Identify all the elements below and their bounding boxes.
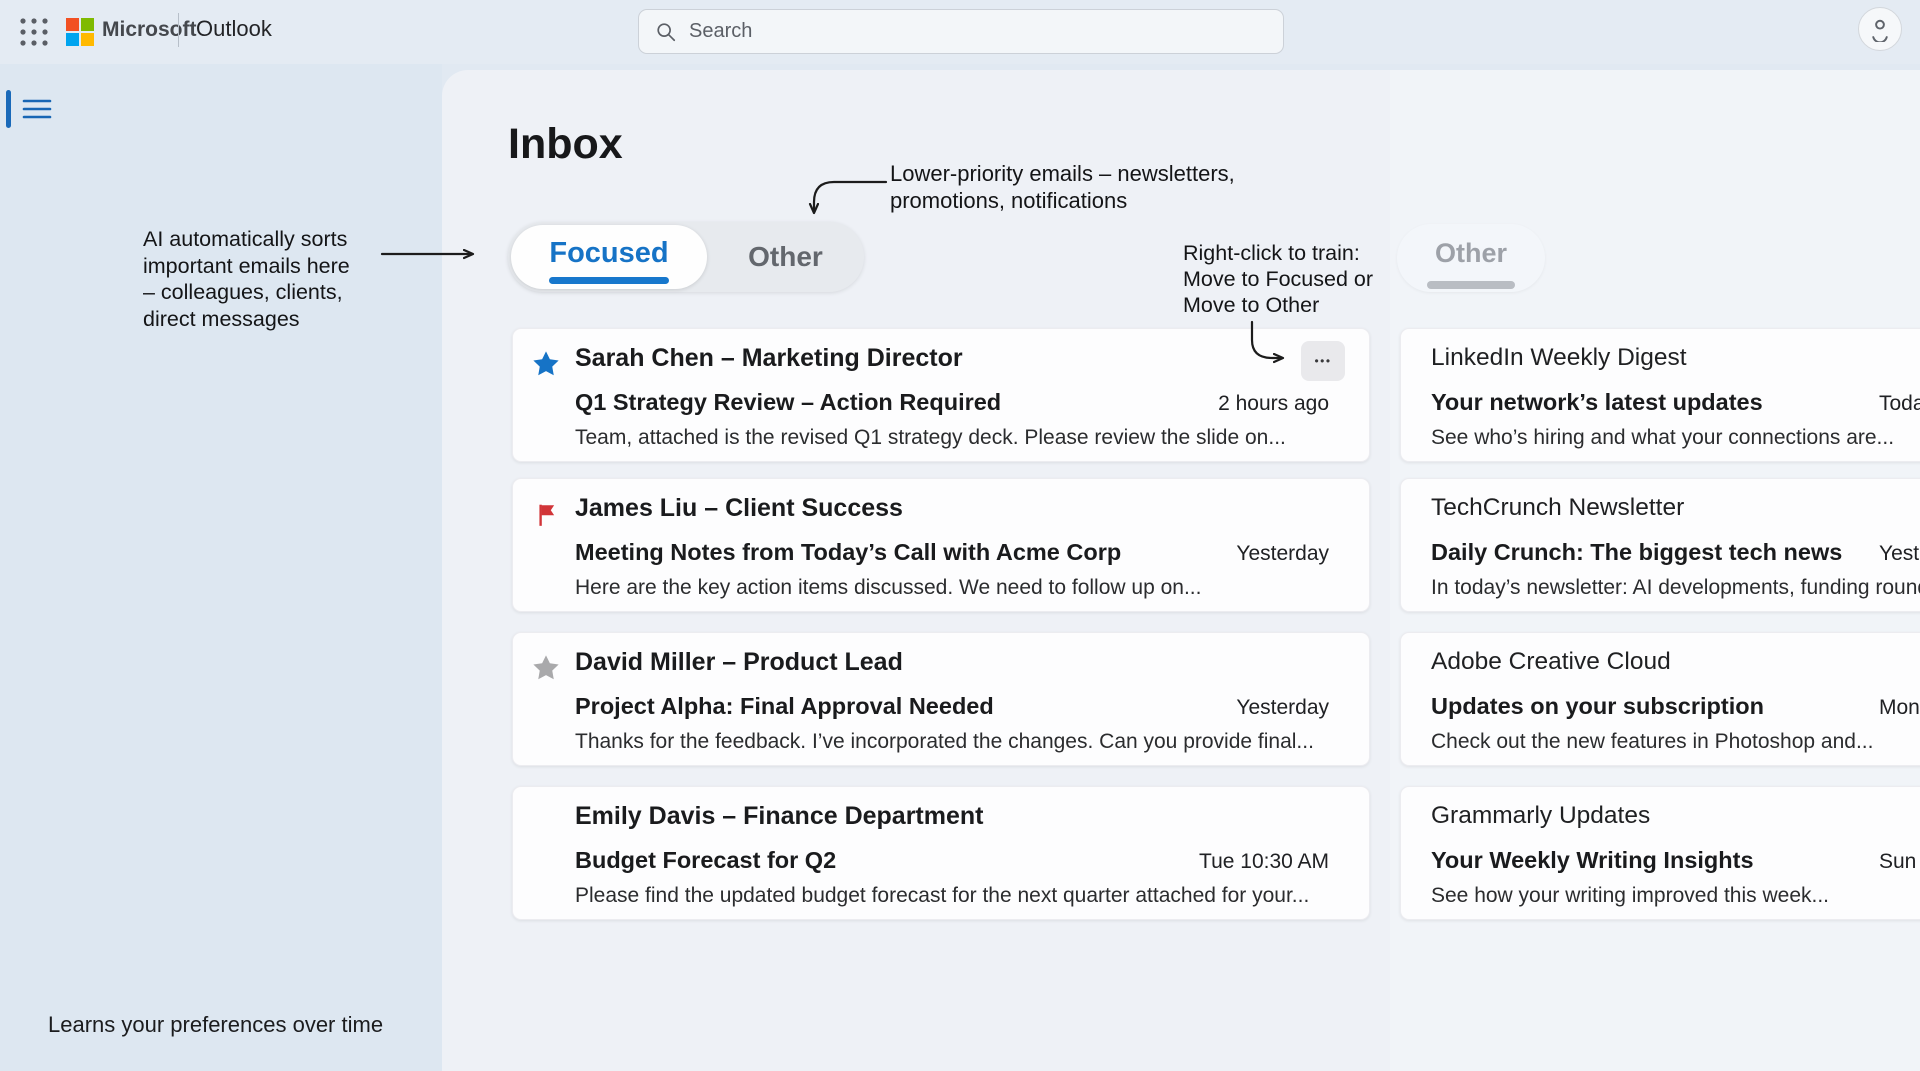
email-time: 2 hours ago [1218,392,1329,416]
app-launcher-icon[interactable] [16,14,52,50]
email-sender: LinkedIn Weekly Digest [1431,344,1687,372]
email-sender: Sarah Chen – Marketing Director [575,344,963,373]
search-input[interactable] [689,20,1249,43]
more-options-button[interactable]: ••• [1301,341,1345,381]
star-icon[interactable] [531,653,561,683]
inbox-tab-switcher: Focused Other [508,222,864,292]
email-item-techcrunch[interactable]: TechCrunch Newsletter Daily Crunch: The … [1400,478,1920,612]
email-preview: In today’s newsletter: AI developments, … [1431,576,1920,600]
email-preview: Team, attached is the revised Q1 strateg… [575,426,1286,450]
email-sender: James Liu – Client Success [575,494,903,523]
email-subject: Q1 Strategy Review – Action Required [575,389,1001,416]
email-time: Tue 10:30 AM [1199,850,1329,874]
tab-focused[interactable]: Focused [511,225,707,289]
other-column-tab[interactable]: Other [1397,224,1545,292]
search-icon [655,21,677,43]
email-preview: Check out the new features in Photoshop … [1431,730,1873,754]
email-time: Sun [1879,850,1916,874]
hamburger-menu-icon[interactable] [20,94,54,124]
search-bar[interactable] [638,9,1284,54]
top-app-bar: Microsoft Outlook [0,0,1920,64]
left-sidebar: AI automatically sorts important emails … [0,64,442,1071]
email-time: Mon [1879,696,1920,720]
app-title: Outlook [196,16,272,42]
outlook-window: { "topbar": { "brand": "Microsoft", "app… [0,0,1920,1071]
annotation-other-explainer: Lower-priority emails – newsletters, pro… [890,160,1235,214]
email-subject: Updates on your subscription [1431,693,1764,720]
email-subject: Budget Forecast for Q2 [575,847,836,874]
email-sender: David Miller – Product Lead [575,648,903,677]
account-avatar-button[interactable] [1858,7,1902,51]
email-item-sarah-chen[interactable]: Sarah Chen – Marketing Director Q1 Strat… [512,328,1370,462]
email-time: Today [1879,392,1920,416]
email-item-james-liu[interactable]: James Liu – Client Success Meeting Notes… [512,478,1370,612]
email-preview: Thanks for the feedback. I’ve incorporat… [575,730,1314,754]
email-time: Yesterday [1236,542,1329,566]
email-preview: See how your writing improved this week.… [1431,884,1829,908]
email-preview: Here are the key action items discussed.… [575,576,1201,600]
email-preview: See who’s hiring and what your connectio… [1431,426,1894,450]
annotation-learns-preferences: Learns your preferences over time [48,1012,383,1038]
email-sender: Adobe Creative Cloud [1431,648,1671,676]
flag-icon[interactable] [534,502,564,532]
email-time: Yesterday [1879,542,1920,566]
email-subject: Project Alpha: Final Approval Needed [575,693,994,720]
email-subject: Your network’s latest updates [1431,389,1763,416]
nav-accent-bar [6,90,11,128]
person-icon [1867,16,1893,42]
email-item-linkedin[interactable]: LinkedIn Weekly Digest Your network’s la… [1400,328,1920,462]
star-icon[interactable] [531,349,561,379]
email-item-david-miller[interactable]: David Miller – Product Lead Project Alph… [512,632,1370,766]
email-sender: Grammarly Updates [1431,802,1650,830]
focused-tab-underline [549,277,669,284]
email-sender: Emily Davis – Finance Department [575,802,983,831]
page-title: Inbox [508,120,623,169]
email-item-grammarly[interactable]: Grammarly Updates Your Weekly Writing In… [1400,786,1920,920]
annotation-focused-explainer: AI automatically sorts important emails … [143,226,350,332]
annotation-right-click-train: Right-click to train: Move to Focused or… [1183,240,1373,318]
topbar-divider [178,13,179,47]
email-sender: TechCrunch Newsletter [1431,494,1684,522]
microsoft-logo-icon [66,18,94,46]
email-time: Yesterday [1236,696,1329,720]
email-item-adobe[interactable]: Adobe Creative Cloud Updates on your sub… [1400,632,1920,766]
other-tab-underline [1427,281,1515,289]
microsoft-brand-label: Microsoft [102,18,197,42]
email-subject: Daily Crunch: The biggest tech news [1431,539,1842,566]
email-subject: Meeting Notes from Today’s Call with Acm… [575,539,1121,566]
tab-other[interactable]: Other [707,222,864,292]
email-preview: Please find the updated budget forecast … [575,884,1309,908]
email-item-emily-davis[interactable]: Emily Davis – Finance Department Budget … [512,786,1370,920]
email-subject: Your Weekly Writing Insights [1431,847,1754,874]
